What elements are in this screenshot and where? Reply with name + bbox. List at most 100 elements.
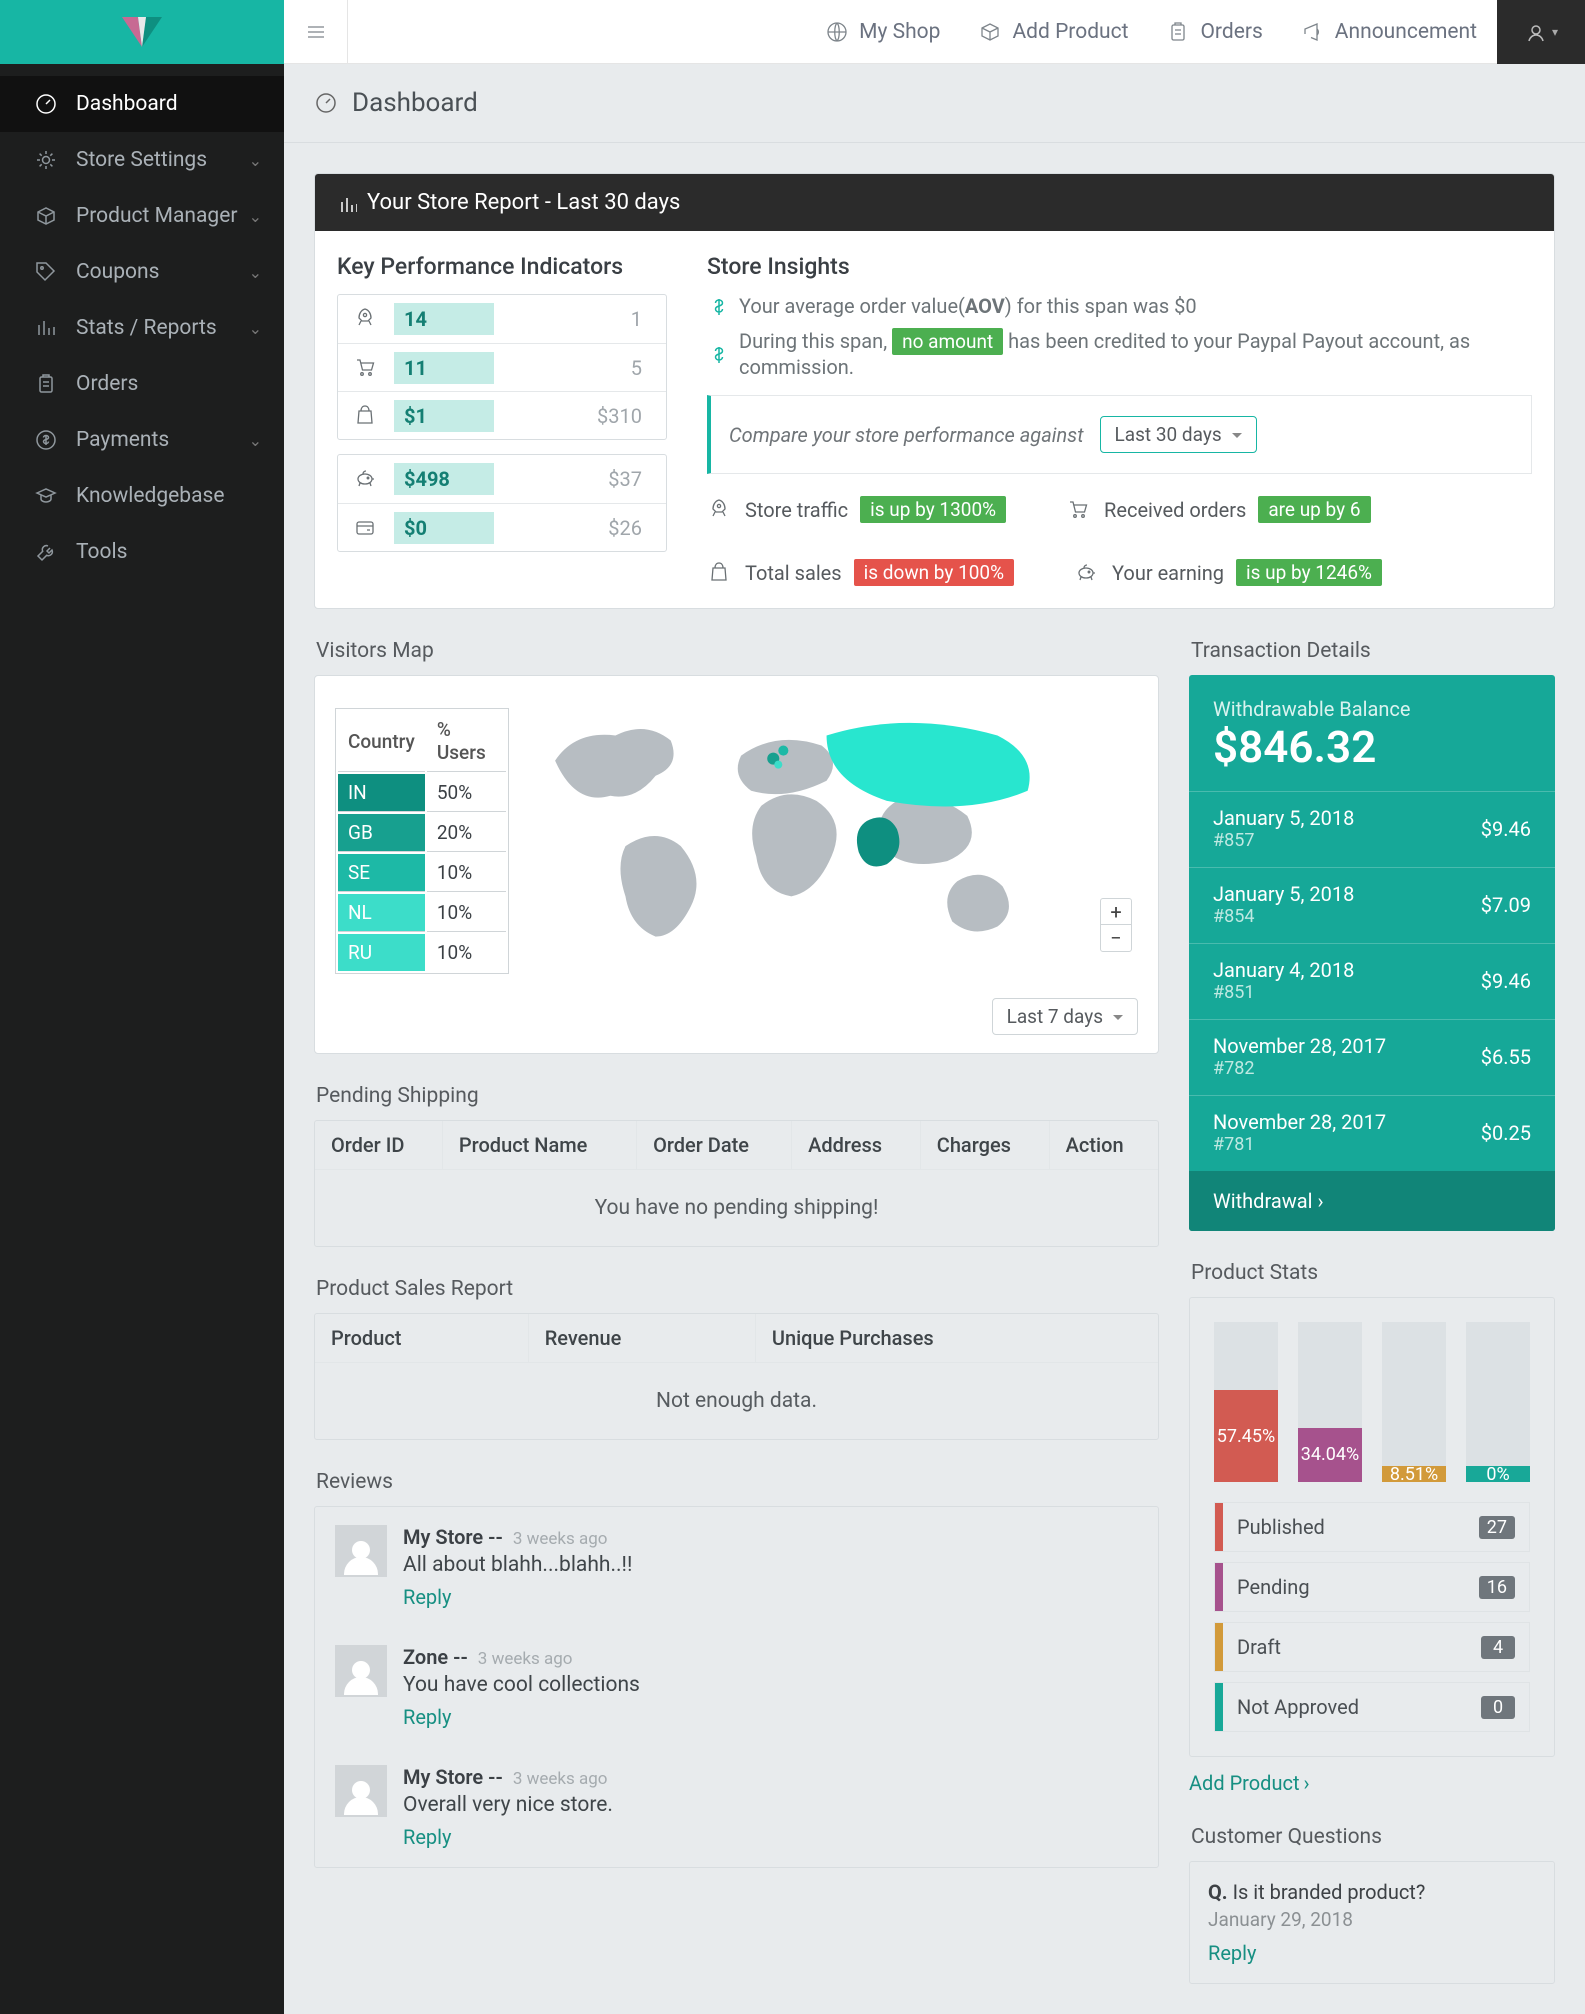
chevron-right-icon: › <box>1317 1189 1323 1213</box>
country-code: IN <box>338 774 425 812</box>
withdrawal-link[interactable]: Withdrawal › <box>1189 1171 1555 1231</box>
review-reply-link[interactable]: Reply <box>403 1585 452 1609</box>
kpi-row: $1$310 <box>338 391 666 439</box>
review-text: Overall very nice store. <box>403 1793 613 1817</box>
money-icon <box>34 428 58 452</box>
product-stats-panel: 57.45%34.04%8.51%0% Published27Pending16… <box>1189 1297 1555 1757</box>
review-reply-link[interactable]: Reply <box>403 1705 452 1729</box>
avatar <box>335 1645 387 1697</box>
sidebar-item-store-settings[interactable]: Store Settings⌄ <box>0 132 284 188</box>
questions-title: Customer Questions <box>1191 1825 1555 1849</box>
world-map[interactable] <box>535 696 1098 966</box>
sidebar-item-knowledgebase[interactable]: Knowledgebase <box>0 468 284 524</box>
question-reply-link[interactable]: Reply <box>1208 1941 1257 1965</box>
sidebar-item-product-manager[interactable]: Product Manager⌄ <box>0 188 284 244</box>
nav-orders[interactable]: Orders <box>1166 20 1262 44</box>
transaction-amount: $9.46 <box>1481 817 1531 841</box>
legend-swatch <box>1215 1623 1223 1671</box>
balance-label: Withdrawable Balance <box>1213 697 1531 721</box>
stats-icon <box>337 193 357 213</box>
legend-count: 27 <box>1479 1516 1515 1539</box>
zoom-in-button[interactable]: + <box>1101 899 1131 925</box>
review-author: My Store -- <box>403 1525 503 1549</box>
sidebar-item-dashboard[interactable]: Dashboard <box>0 76 284 132</box>
clip-icon <box>34 372 58 396</box>
transaction-date: November 28, 2017 <box>1213 1034 1386 1058</box>
chevron-right-icon: › <box>1304 1771 1310 1795</box>
transaction-order-id: #782 <box>1213 1058 1386 1079</box>
sidebar-item-label: Stats / Reports <box>76 316 217 340</box>
tag-icon <box>34 260 58 284</box>
country-code: GB <box>338 814 425 852</box>
metric-received-orders: Received orders are up by 6 <box>1066 496 1370 523</box>
country-pct: 50% <box>427 774 506 812</box>
nav-label: Orders <box>1200 20 1262 44</box>
reviews-title: Reviews <box>316 1470 1159 1494</box>
transaction-item[interactable]: January 5, 2018#854$7.09 <box>1189 867 1555 943</box>
visitors-row: GB20% <box>338 814 506 852</box>
kpi-previous: 1 <box>631 307 666 331</box>
piggy-icon <box>1074 560 1100 586</box>
sidebar-item-stats-reports[interactable]: Stats / Reports⌄ <box>0 300 284 356</box>
legend-item[interactable]: Not Approved0 <box>1214 1682 1530 1732</box>
kpi-row: 141 <box>338 295 666 343</box>
metric-total-sales: Total sales is down by 100% <box>707 559 1014 586</box>
chart-bar-fill: 34.04% <box>1298 1428 1362 1482</box>
review-reply-link[interactable]: Reply <box>403 1825 452 1849</box>
chart-bar: 34.04% <box>1298 1322 1362 1482</box>
legend-count: 4 <box>1481 1636 1515 1659</box>
transaction-amount: $9.46 <box>1481 969 1531 993</box>
kpi-previous: $26 <box>608 516 666 540</box>
visitors-row: SE10% <box>338 854 506 892</box>
sidebar-item-label: Coupons <box>76 260 159 284</box>
sidebar-item-tools[interactable]: Tools <box>0 524 284 580</box>
legend-item[interactable]: Published27 <box>1214 1502 1530 1552</box>
question-text: Q. Is it branded product? <box>1208 1880 1536 1904</box>
nav-label: Announcement <box>1335 20 1477 44</box>
transaction-item[interactable]: November 28, 2017#781$0.25 <box>1189 1095 1555 1171</box>
transaction-item[interactable]: January 5, 2018#857$9.46 <box>1189 791 1555 867</box>
sidebar-item-orders[interactable]: Orders <box>0 356 284 412</box>
brand-logo[interactable] <box>0 0 284 64</box>
kpi-previous: $310 <box>597 404 666 428</box>
chart-bar: 57.45% <box>1214 1322 1278 1482</box>
zoom-out-button[interactable]: − <box>1101 925 1131 951</box>
kpi-row: 115 <box>338 343 666 391</box>
avatar <box>335 1765 387 1817</box>
review-text: All about blahh...blahh..!! <box>403 1553 632 1577</box>
wallet-icon <box>338 515 394 541</box>
transaction-item[interactable]: January 4, 2018#851$9.46 <box>1189 943 1555 1019</box>
pending-table: Order IDProduct NameOrder DateAddressCha… <box>314 1120 1159 1247</box>
insight-payout: During this span, no amount has been cre… <box>707 328 1532 379</box>
rocket-icon <box>338 306 394 332</box>
chart-bar-fill: 0% <box>1466 1466 1530 1482</box>
review-text: You have cool collections <box>403 1673 640 1697</box>
add-product-link[interactable]: Add Product › <box>1189 1771 1310 1795</box>
country-code: SE <box>338 854 425 892</box>
user-menu[interactable]: ▾ <box>1497 0 1585 64</box>
review-author: My Store -- <box>403 1765 503 1789</box>
legend-item[interactable]: Draft4 <box>1214 1622 1530 1672</box>
review-time: 3 weeks ago <box>513 1529 608 1549</box>
transaction-item[interactable]: November 28, 2017#782$6.55 <box>1189 1019 1555 1095</box>
sidebar-item-payments[interactable]: Payments⌄ <box>0 412 284 468</box>
sidebar-item-label: Dashboard <box>76 92 178 116</box>
col-header: Order ID <box>315 1121 442 1170</box>
nav-add-product[interactable]: Add Product <box>978 20 1128 44</box>
country-pct: 10% <box>427 854 506 892</box>
nav-label: My Shop <box>859 20 940 44</box>
visitors-range-select[interactable]: Last 7 days <box>992 998 1138 1035</box>
kpi-title: Key Performance Indicators <box>337 253 667 280</box>
sidebar-item-label: Tools <box>76 540 127 564</box>
sidebar-toggle[interactable] <box>284 0 348 64</box>
sidebar-item-coupons[interactable]: Coupons⌄ <box>0 244 284 300</box>
kpi-value: $498 <box>394 463 494 495</box>
compare-range-select[interactable]: Last 30 days <box>1100 416 1257 453</box>
transaction-order-id: #857 <box>1213 830 1354 851</box>
chevron-down-icon: ▾ <box>1552 25 1558 39</box>
legend-swatch <box>1215 1503 1223 1551</box>
nav-announcement[interactable]: Announcement <box>1301 20 1477 44</box>
country-code: NL <box>338 894 425 932</box>
nav-my-shop[interactable]: My Shop <box>825 20 940 44</box>
legend-item[interactable]: Pending16 <box>1214 1562 1530 1612</box>
